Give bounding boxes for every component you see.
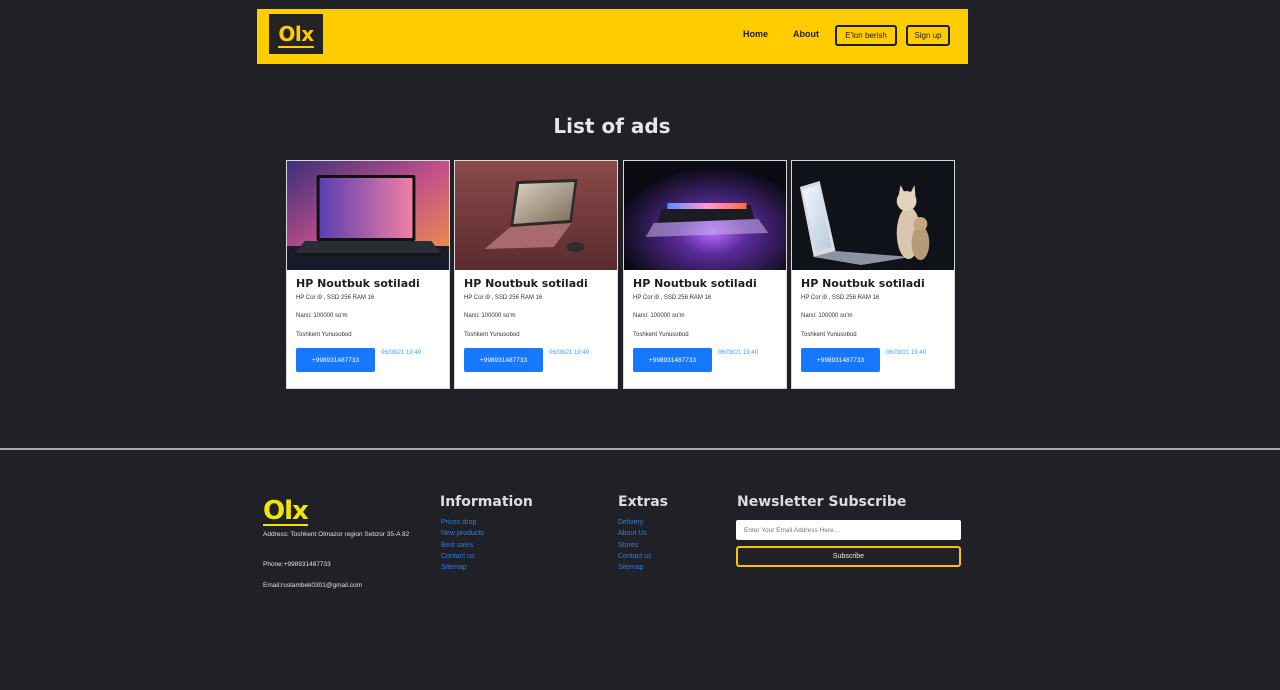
ad-card[interactable]: HP Noutbuk sotiladi HP Cor i9 , SSD 256 … [623,160,787,389]
ad-date: 06/09/21 19:40 [381,350,422,356]
ad-location: Toshkent Yunusobod [633,332,689,338]
link-about-us[interactable]: About Us [618,528,651,539]
footer-phone: Phone:+998931487733 [263,561,331,568]
link-prices-drop[interactable]: Prices drop [441,517,484,528]
ad-price: Narxi: 100000 so'm [633,313,685,319]
link-delivery[interactable]: Delivery [618,517,651,528]
ad-date: 06/09/21 19:40 [886,350,927,356]
subscribe-button[interactable]: Subscribe [736,546,961,567]
link-stores[interactable]: Stores [618,540,651,551]
ad-title[interactable]: HP Noutbuk sotiladi [296,277,440,292]
footer-address: Address: Toshkent Olmazor region Sebzor … [263,531,410,538]
ad-location: Toshkent Yunusobod [464,332,520,338]
footer-email: Email:rustambek0301@gmail.com [263,582,363,589]
footer-logo[interactable]: Olx [263,496,309,526]
information-heading: Information [440,494,533,510]
nav-link-about[interactable]: About [793,29,819,39]
ad-image-laptop-cat[interactable] [792,161,954,270]
sign-up-button[interactable]: Sign up [906,25,950,46]
ad-date: 06/09/21 19:40 [549,350,590,356]
ad-title[interactable]: HP Noutbuk sotiladi [633,277,777,292]
ad-image-laptop[interactable] [624,161,786,270]
link-best-sales[interactable]: Best sales [441,540,484,551]
information-links: Prices drop New products Best sales Cont… [441,517,484,573]
logo-text: Olx [278,22,314,48]
link-sitemap[interactable]: Sitemap [441,562,484,573]
ad-price: Narxi: 100000 so'm [296,313,348,319]
ad-card[interactable]: HP Noutbuk sotiladi HP Cor i9 , SSD 256 … [454,160,618,389]
nav-link-home[interactable]: Home [743,29,768,39]
extras-heading: Extras [618,494,668,510]
ad-price: Narxi: 100000 so'm [464,313,516,319]
link-contact-us[interactable]: Contact us [441,551,484,562]
extras-links: Delivery About Us Stores Contact us Site… [618,517,651,573]
footer-divider [0,448,1280,450]
logo[interactable]: Olx [269,14,323,54]
ad-image-laptop[interactable] [287,161,449,270]
ad-price: Narxi: 100000 so'm [801,313,853,319]
ad-date: 06/09/21 19:40 [718,350,759,356]
phone-button[interactable]: +998931487733 [633,348,712,372]
ad-description: HP Cor i9 , SSD 256 RAM 16 [296,295,375,301]
link-sitemap-extras[interactable]: Sitemap [618,562,651,573]
ad-card[interactable]: HP Noutbuk sotiladi HP Cor i9 , SSD 256 … [791,160,955,389]
ad-image-laptop[interactable] [455,161,617,270]
newsletter-email-input[interactable] [736,520,961,540]
ad-location: Toshkent Yunusobod [296,332,352,338]
link-contact-us-extras[interactable]: Contact us [618,551,651,562]
ad-description: HP Cor i9 , SSD 256 RAM 16 [801,295,880,301]
page-title: List of ads [553,114,671,138]
ad-title[interactable]: HP Noutbuk sotiladi [801,277,945,292]
ad-location: Toshkent Yunusobod [801,332,857,338]
link-new-products[interactable]: New products [441,528,484,539]
phone-button[interactable]: +998931487733 [464,348,543,372]
phone-button[interactable]: +998931487733 [801,348,880,372]
ad-title[interactable]: HP Noutbuk sotiladi [464,277,608,292]
post-ad-button[interactable]: E'lon berish [835,25,897,46]
navbar: Olx Home About E'lon berish Sign up [257,9,968,64]
ad-card[interactable]: HP Noutbuk sotiladi HP Cor i9 , SSD 256 … [286,160,450,389]
ad-description: HP Cor i9 , SSD 256 RAM 16 [633,295,712,301]
phone-button[interactable]: +998931487733 [296,348,375,372]
newsletter-heading: Newsletter Subscribe [737,494,907,510]
ad-description: HP Cor i9 , SSD 256 RAM 16 [464,295,543,301]
